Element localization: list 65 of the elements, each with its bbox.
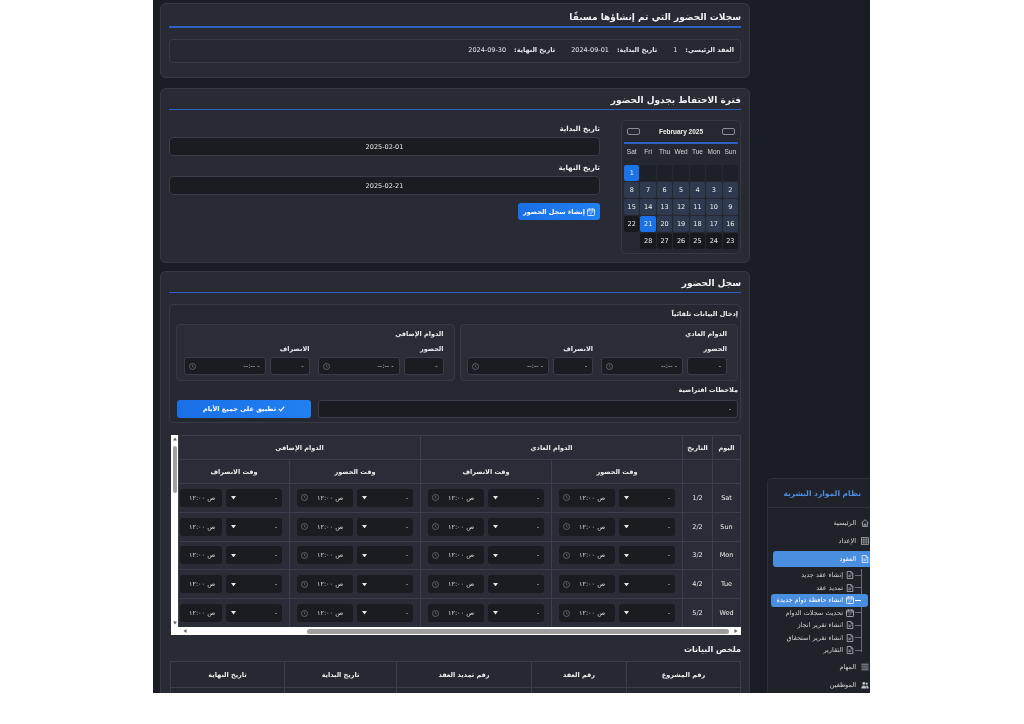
clock-icon — [432, 494, 439, 502]
document-icon — [846, 571, 854, 580]
document-icon — [846, 646, 854, 655]
table-icon — [861, 537, 869, 545]
clock-icon — [563, 580, 570, 588]
clock-icon — [606, 362, 613, 370]
clock-icon — [301, 494, 308, 502]
document-icon — [846, 583, 854, 592]
caret-icon — [362, 524, 367, 529]
caret-icon — [624, 582, 629, 587]
caret-icon — [231, 496, 236, 500]
document-icon — [846, 633, 854, 642]
caret-icon — [624, 524, 629, 529]
clock-icon — [563, 494, 570, 502]
people-icon — [861, 680, 869, 689]
calendar-nav-button[interactable] — [627, 128, 640, 135]
clock-icon — [563, 609, 570, 617]
document-icon — [861, 555, 869, 563]
list-icon — [861, 662, 869, 671]
clock-icon — [301, 523, 308, 531]
check-icon — [278, 406, 286, 412]
clock-icon — [301, 609, 308, 617]
calendar-nav-button[interactable] — [722, 128, 735, 135]
clock-icon — [322, 362, 330, 370]
caret-icon — [493, 496, 498, 500]
caret-icon — [493, 524, 498, 529]
calendar-icon — [846, 608, 854, 617]
clock-icon — [301, 552, 308, 559]
card-title: فترة الاحتفاظ بجدول الحضور — [610, 93, 741, 107]
scroll-up-arrow-icon[interactable] — [172, 437, 177, 441]
clock-icon — [432, 552, 439, 559]
calendar-icon — [846, 596, 854, 605]
caret-icon — [624, 611, 629, 615]
scrollbar-thumb[interactable] — [172, 446, 177, 493]
scrollbar-thumb[interactable] — [307, 628, 729, 634]
clock-icon — [563, 523, 570, 531]
caret-icon — [362, 582, 367, 587]
clock-icon — [472, 362, 479, 370]
scroll-left-arrow-icon[interactable] — [183, 629, 187, 633]
caret-icon — [362, 611, 367, 615]
clock-icon — [563, 552, 570, 559]
card-title: سجل الحضور — [681, 276, 741, 290]
caret-icon — [231, 524, 236, 529]
caret-icon — [493, 582, 498, 587]
caret-icon — [493, 611, 498, 615]
document-icon — [846, 621, 854, 630]
section-title: ملخص البيانات — [684, 644, 741, 656]
scroll-right-arrow-icon[interactable] — [734, 629, 738, 633]
clock-icon — [432, 609, 439, 617]
clock-icon — [301, 580, 308, 588]
caret-icon — [231, 582, 236, 587]
clock-icon — [432, 523, 439, 531]
clock-icon — [188, 362, 196, 370]
calendar-icon — [587, 207, 595, 216]
clock-icon — [432, 580, 439, 588]
caret-icon — [362, 496, 367, 500]
scroll-down-arrow-icon[interactable] — [172, 621, 177, 625]
caret-icon — [231, 611, 236, 615]
caret-icon — [624, 496, 629, 500]
home-icon — [861, 519, 869, 527]
card-title: سجلات الحضور التي تم إنشاؤها مسبقًا — [569, 11, 741, 24]
caret-icon — [362, 553, 367, 558]
caret-icon — [624, 553, 629, 558]
caret-icon — [231, 553, 236, 558]
caret-icon — [493, 553, 498, 558]
